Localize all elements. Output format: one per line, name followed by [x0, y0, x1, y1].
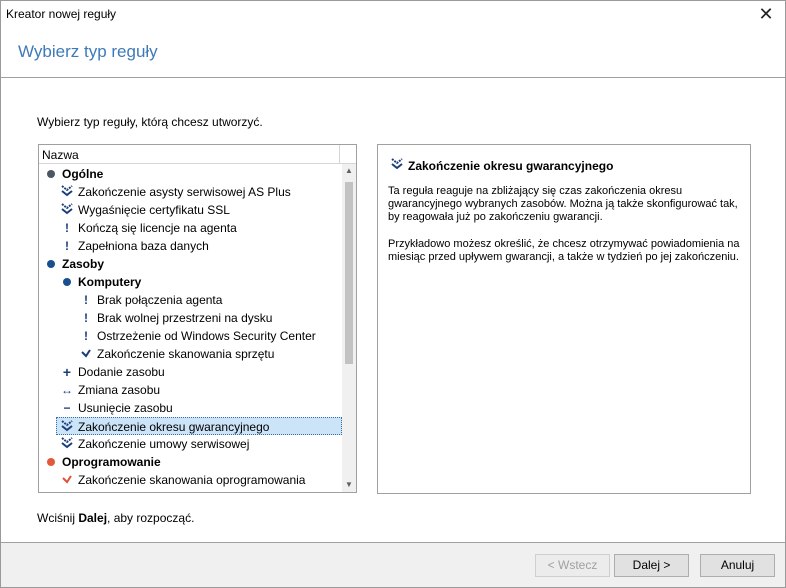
tree-row-label: Ogólne	[62, 167, 104, 181]
details-example: Przykładowo możesz określić, że chcesz o…	[388, 238, 740, 263]
exclamation-icon: !	[84, 293, 88, 307]
vertical-scrollbar[interactable]: ▲ ▼	[342, 164, 356, 492]
wizard-header: Wybierz typ reguły	[1, 29, 785, 77]
tree-row-label: Kończą się licencje na agenta	[78, 221, 237, 235]
page-title: Wybierz typ reguły	[18, 42, 158, 61]
tree-row[interactable]: ! Ostrzeżenie od Windows Security Center	[39, 327, 342, 345]
double-chevron-icon	[60, 203, 74, 217]
close-icon[interactable]: ✕	[755, 4, 777, 26]
exclamation-icon: !	[65, 239, 69, 253]
column-divider	[339, 145, 340, 164]
tree-row-label: Zasoby	[62, 257, 105, 271]
tree-row[interactable]: Ogólne	[39, 165, 342, 183]
scroll-up-icon[interactable]: ▲	[342, 164, 356, 178]
tree-row[interactable]: Oprogramowanie	[39, 453, 342, 471]
minus-icon: −	[63, 401, 71, 415]
double-chevron-icon	[60, 437, 74, 451]
scroll-thumb[interactable]	[345, 182, 353, 364]
tree-row-label: Zakończenie asysty serwisowej AS Plus	[78, 185, 291, 199]
tree-row[interactable]: ↔ Zmiana zasobu	[39, 381, 342, 399]
tree-row[interactable]: ! Brak połączenia agenta	[39, 291, 342, 309]
column-header-label: Nazwa	[42, 148, 79, 162]
wizard-window: Kreator nowej reguły ✕ Wybierz typ reguł…	[0, 0, 786, 588]
cancel-button[interactable]: Anuluj	[700, 554, 775, 577]
tree-row[interactable]: + Dodanie zasobu	[39, 363, 342, 381]
window-title: Kreator nowej reguły	[6, 7, 117, 21]
red-check-icon	[60, 473, 74, 487]
double-chevron-icon	[390, 158, 406, 173]
column-header[interactable]: Nazwa	[39, 145, 356, 164]
plus-icon: +	[62, 364, 72, 380]
scroll-down-icon[interactable]: ▼	[342, 478, 356, 492]
orange-dot-icon	[44, 455, 58, 469]
tree-row[interactable]: Zakończenie umowy serwisowej	[39, 435, 342, 453]
tree-row-label: Zakończenie skanowania oprogramowania	[78, 473, 306, 487]
tree-row-label: Usunięcie zasobu	[78, 401, 173, 415]
title-bar: Kreator nowej reguły ✕	[1, 1, 785, 29]
tree-row[interactable]: ! Brak wolnej przestrzeni na dysku	[39, 309, 342, 327]
details-title-text: Zakończenie okresu gwarancyjnego	[408, 159, 614, 173]
footer-hint-after: , aby rozpocząć.	[107, 511, 195, 525]
details-description: Ta reguła reaguje na zbliżający się czas…	[388, 185, 738, 223]
details-title: Zakończenie okresu gwarancyjnego	[390, 158, 613, 173]
instruction-text: Wybierz typ reguły, którą chcesz utworzy…	[37, 115, 263, 129]
button-bar: < Wstecz Dalej > Anuluj	[1, 543, 785, 587]
tree-row-label: Brak wolnej przestrzeni na dysku	[97, 311, 273, 325]
tree-row[interactable]: Zakończenie skanowania sprzętu	[39, 345, 342, 363]
tree-row[interactable]: ! Zapełniona baza danych	[39, 237, 342, 255]
tree-row-label: Zapełniona baza danych	[78, 239, 209, 253]
tree-row[interactable]: Komputery	[39, 273, 342, 291]
blue-dot-icon	[60, 275, 74, 289]
exclamation-icon: !	[65, 221, 69, 235]
blue-dot-icon	[44, 257, 58, 271]
back-button[interactable]: < Wstecz	[535, 554, 610, 577]
exclamation-icon: !	[84, 329, 88, 343]
tree-row[interactable]: − Usunięcie zasobu	[39, 399, 342, 417]
tree-row-label: Dodanie zasobu	[78, 365, 165, 379]
double-chevron-icon	[60, 420, 74, 434]
header-divider	[1, 77, 785, 78]
footer-hint-before: Wciśnij	[37, 511, 79, 525]
tree-row[interactable]: ! Kończą się licencje na agenta	[39, 219, 342, 237]
tree-row-label: Brak połączenia agenta	[97, 293, 223, 307]
double-chevron-icon	[60, 185, 74, 199]
tree-row-label: Oprogramowanie	[62, 455, 161, 469]
rule-details-panel: Zakończenie okresu gwarancyjnego Ta regu…	[377, 144, 751, 494]
gray-dot-icon	[44, 167, 58, 181]
tree-row[interactable]: Zakończenie asysty serwisowej AS Plus	[39, 183, 342, 201]
tree-row[interactable]: Zasoby	[39, 255, 342, 273]
tree-row-label: Zakończenie skanowania sprzętu	[97, 347, 275, 361]
exclamation-icon: !	[84, 311, 88, 325]
tree-row-label: Zakończenie okresu gwarancyjnego	[78, 420, 270, 434]
double-arrow-icon: ↔	[61, 383, 73, 397]
tree-row[interactable]: Wygaśnięcie certyfikatu SSL	[39, 201, 342, 219]
check-icon	[79, 347, 93, 361]
tree-row[interactable]: Zakończenie okresu gwarancyjnego	[56, 417, 342, 435]
tree-row[interactable]: Zakończenie skanowania oprogramowania	[39, 471, 342, 489]
tree-row-label: Wygaśnięcie certyfikatu SSL	[78, 203, 230, 217]
rule-type-tree[interactable]: Nazwa Ogólne Zakończenie asysty serwisowe…	[38, 144, 357, 493]
tree-row-label: Zakończenie umowy serwisowej	[78, 437, 250, 451]
tree-row-label: Ostrzeżenie od Windows Security Center	[97, 329, 316, 343]
next-button[interactable]: Dalej >	[614, 554, 689, 577]
tree-row-label: Komputery	[78, 275, 142, 289]
footer-hint: Wciśnij Dalej, aby rozpocząć.	[37, 511, 194, 525]
tree-row-label: Zmiana zasobu	[78, 383, 161, 397]
footer-hint-bold: Dalej	[78, 511, 108, 525]
